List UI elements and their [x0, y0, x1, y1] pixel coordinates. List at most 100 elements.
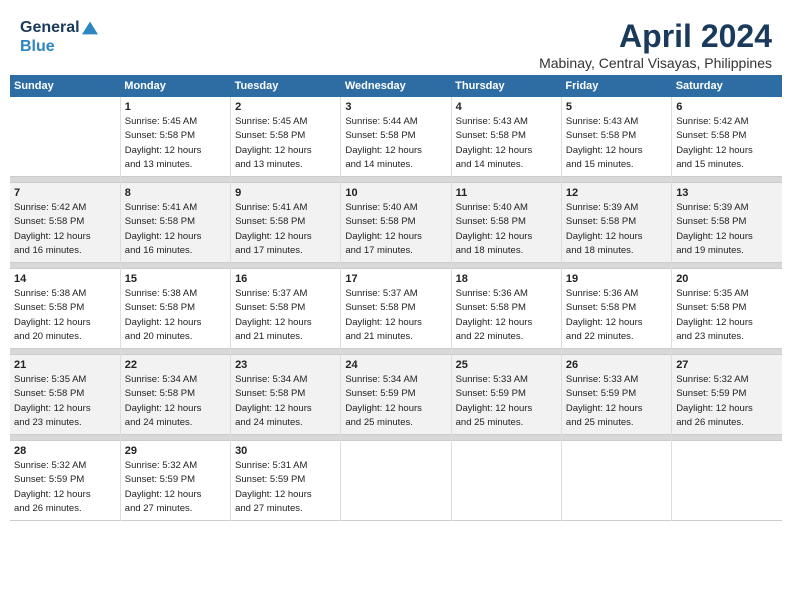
- calendar-week-3: 14 Sunrise: 5:38 AM Sunset: 5:58 PM Dayli…: [10, 269, 782, 349]
- calendar-cell: 14 Sunrise: 5:38 AM Sunset: 5:58 PM Dayli…: [10, 269, 120, 349]
- day-number: 16: [235, 273, 336, 285]
- day-info: Sunrise: 5:37 AM Sunset: 5:58 PM Dayligh…: [235, 287, 336, 344]
- day-info: Sunrise: 5:32 AM Sunset: 5:59 PM Dayligh…: [125, 459, 226, 516]
- day-number: 3: [345, 101, 446, 113]
- header: General Blue April 2024 Mabinay, Central…: [10, 10, 782, 75]
- day-info: Sunrise: 5:31 AM Sunset: 5:59 PM Dayligh…: [235, 459, 336, 516]
- calendar-cell: [561, 441, 671, 521]
- calendar-cell: [10, 97, 120, 177]
- day-info: Sunrise: 5:34 AM Sunset: 5:59 PM Dayligh…: [345, 373, 446, 430]
- calendar-cell: 27 Sunrise: 5:32 AM Sunset: 5:59 PM Dayli…: [672, 355, 782, 435]
- calendar-cell: 12 Sunrise: 5:39 AM Sunset: 5:58 PM Dayli…: [561, 183, 671, 263]
- day-number: 24: [345, 359, 446, 371]
- day-number: 23: [235, 359, 336, 371]
- day-number: 5: [566, 101, 667, 113]
- day-number: 9: [235, 187, 336, 199]
- calendar-cell: 13 Sunrise: 5:39 AM Sunset: 5:58 PM Dayli…: [672, 183, 782, 263]
- day-number: 27: [676, 359, 778, 371]
- calendar-week-5: 28 Sunrise: 5:32 AM Sunset: 5:59 PM Dayli…: [10, 441, 782, 521]
- calendar-cell: 5 Sunrise: 5:43 AM Sunset: 5:58 PM Daylig…: [561, 97, 671, 177]
- day-number: 21: [14, 359, 116, 371]
- col-header-sunday: Sunday: [10, 75, 120, 97]
- day-info: Sunrise: 5:36 AM Sunset: 5:58 PM Dayligh…: [566, 287, 667, 344]
- calendar-week-2: 7Sunrise: 5:42 AM Sunset: 5:58 PM Daylig…: [10, 183, 782, 263]
- day-number: 8: [125, 187, 226, 199]
- day-number: 18: [456, 273, 557, 285]
- day-info: Sunrise: 5:41 AM Sunset: 5:58 PM Dayligh…: [125, 201, 226, 258]
- day-number: 29: [125, 445, 226, 457]
- calendar-cell: 7Sunrise: 5:42 AM Sunset: 5:58 PM Daylig…: [10, 183, 120, 263]
- day-number: 25: [456, 359, 557, 371]
- day-info: Sunrise: 5:43 AM Sunset: 5:58 PM Dayligh…: [566, 115, 667, 172]
- col-header-saturday: Saturday: [672, 75, 782, 97]
- calendar-cell: 25 Sunrise: 5:33 AM Sunset: 5:59 PM Dayli…: [451, 355, 561, 435]
- calendar-cell: 9 Sunrise: 5:41 AM Sunset: 5:58 PM Daylig…: [231, 183, 341, 263]
- calendar-cell: 29 Sunrise: 5:32 AM Sunset: 5:59 PM Dayli…: [120, 441, 230, 521]
- calendar-cell: 21 Sunrise: 5:35 AM Sunset: 5:58 PM Dayli…: [10, 355, 120, 435]
- day-info: Sunrise: 5:37 AM Sunset: 5:58 PM Dayligh…: [345, 287, 446, 344]
- day-number: 15: [125, 273, 226, 285]
- calendar-cell: 24 Sunrise: 5:34 AM Sunset: 5:59 PM Dayli…: [341, 355, 451, 435]
- day-info: Sunrise: 5:32 AM Sunset: 5:59 PM Dayligh…: [676, 373, 778, 430]
- day-info: Sunrise: 5:34 AM Sunset: 5:58 PM Dayligh…: [125, 373, 226, 430]
- day-number: 19: [566, 273, 667, 285]
- day-info: Sunrise: 5:40 AM Sunset: 5:58 PM Dayligh…: [456, 201, 557, 258]
- col-header-thursday: Thursday: [451, 75, 561, 97]
- day-number: 20: [676, 273, 778, 285]
- location-title: Mabinay, Central Visayas, Philippines: [539, 55, 772, 71]
- title-section: April 2024 Mabinay, Central Visayas, Phi…: [539, 18, 772, 71]
- day-number: 4: [456, 101, 557, 113]
- day-number: 6: [676, 101, 778, 113]
- calendar-week-1: 1 Sunrise: 5:45 AM Sunset: 5:58 PM Daylig…: [10, 97, 782, 177]
- day-info: Sunrise: 5:35 AM Sunset: 5:58 PM Dayligh…: [676, 287, 778, 344]
- day-number: 13: [676, 187, 778, 199]
- day-number: 17: [345, 273, 446, 285]
- day-info: Sunrise: 5:36 AM Sunset: 5:58 PM Dayligh…: [456, 287, 557, 344]
- day-info: Sunrise: 5:34 AM Sunset: 5:58 PM Dayligh…: [235, 373, 336, 430]
- calendar-cell: 19 Sunrise: 5:36 AM Sunset: 5:58 PM Dayli…: [561, 269, 671, 349]
- calendar-cell: 18 Sunrise: 5:36 AM Sunset: 5:58 PM Dayli…: [451, 269, 561, 349]
- calendar-cell: 28 Sunrise: 5:32 AM Sunset: 5:59 PM Dayli…: [10, 441, 120, 521]
- day-info: Sunrise: 5:42 AM Sunset: 5:58 PM Dayligh…: [676, 115, 778, 172]
- day-number: 14: [14, 273, 116, 285]
- calendar-cell: 6 Sunrise: 5:42 AM Sunset: 5:58 PM Daylig…: [672, 97, 782, 177]
- day-info: Sunrise: 5:45 AM Sunset: 5:58 PM Dayligh…: [235, 115, 336, 172]
- day-number: 26: [566, 359, 667, 371]
- calendar-cell: [341, 441, 451, 521]
- calendar-cell: 26Sunrise: 5:33 AM Sunset: 5:59 PM Dayli…: [561, 355, 671, 435]
- day-number: 12: [566, 187, 667, 199]
- day-info: Sunrise: 5:38 AM Sunset: 5:58 PM Dayligh…: [14, 287, 116, 344]
- logo-blue-text: Blue: [20, 37, 98, 56]
- col-header-monday: Monday: [120, 75, 230, 97]
- calendar-cell: 11 Sunrise: 5:40 AM Sunset: 5:58 PM Dayli…: [451, 183, 561, 263]
- calendar-cell: 1 Sunrise: 5:45 AM Sunset: 5:58 PM Daylig…: [120, 97, 230, 177]
- day-number: 11: [456, 187, 557, 199]
- day-info: Sunrise: 5:33 AM Sunset: 5:59 PM Dayligh…: [456, 373, 557, 430]
- day-info: Sunrise: 5:35 AM Sunset: 5:58 PM Dayligh…: [14, 373, 116, 430]
- calendar-cell: 2Sunrise: 5:45 AM Sunset: 5:58 PM Daylig…: [231, 97, 341, 177]
- day-number: 22: [125, 359, 226, 371]
- calendar-week-4: 21 Sunrise: 5:35 AM Sunset: 5:58 PM Dayli…: [10, 355, 782, 435]
- calendar-cell: [451, 441, 561, 521]
- day-info: Sunrise: 5:43 AM Sunset: 5:58 PM Dayligh…: [456, 115, 557, 172]
- calendar-cell: [672, 441, 782, 521]
- day-info: Sunrise: 5:45 AM Sunset: 5:58 PM Dayligh…: [125, 115, 226, 172]
- logo-icon: [82, 21, 98, 35]
- day-info: Sunrise: 5:39 AM Sunset: 5:58 PM Dayligh…: [676, 201, 778, 258]
- day-info: Sunrise: 5:38 AM Sunset: 5:58 PM Dayligh…: [125, 287, 226, 344]
- day-info: Sunrise: 5:39 AM Sunset: 5:58 PM Dayligh…: [566, 201, 667, 258]
- calendar-cell: 8 Sunrise: 5:41 AM Sunset: 5:58 PM Daylig…: [120, 183, 230, 263]
- day-number: 1: [125, 101, 226, 113]
- calendar-header-row: SundayMondayTuesdayWednesdayThursdayFrid…: [10, 75, 782, 97]
- calendar-cell: 17 Sunrise: 5:37 AM Sunset: 5:58 PM Dayli…: [341, 269, 451, 349]
- calendar-cell: 20 Sunrise: 5:35 AM Sunset: 5:58 PM Dayli…: [672, 269, 782, 349]
- logo: General Blue: [20, 18, 98, 56]
- month-title: April 2024: [539, 18, 772, 55]
- col-header-friday: Friday: [561, 75, 671, 97]
- day-info: Sunrise: 5:44 AM Sunset: 5:58 PM Dayligh…: [345, 115, 446, 172]
- day-number: 28: [14, 445, 116, 457]
- day-info: Sunrise: 5:41 AM Sunset: 5:58 PM Dayligh…: [235, 201, 336, 258]
- day-info: Sunrise: 5:32 AM Sunset: 5:59 PM Dayligh…: [14, 459, 116, 516]
- day-number: 10: [345, 187, 446, 199]
- col-header-wednesday: Wednesday: [341, 75, 451, 97]
